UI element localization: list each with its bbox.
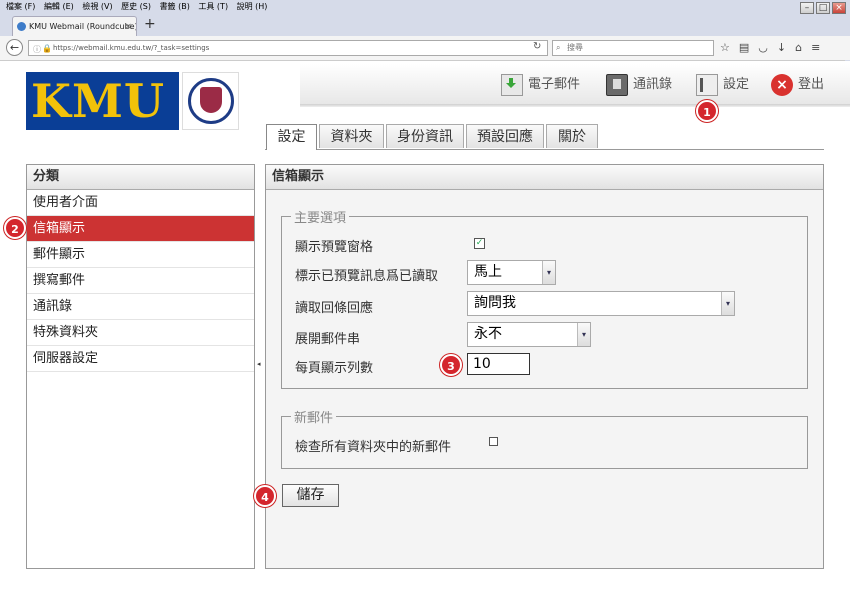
save-button[interactable]: 儲存 bbox=[282, 484, 339, 507]
minimize-icon[interactable]: – bbox=[800, 2, 814, 14]
search-placeholder: 搜尋 bbox=[567, 43, 583, 52]
mark-read-label: 標示已預覽訊息爲已讀取 bbox=[295, 269, 439, 284]
section-item-message-display[interactable]: 郵件顯示 bbox=[27, 242, 254, 268]
menu-edit[interactable]: 編輯 (E) bbox=[44, 0, 74, 14]
nav-mail-label: 電子郵件 bbox=[528, 77, 581, 92]
nav-contacts-button[interactable]: 通訊錄 bbox=[606, 74, 672, 96]
step-badge-1: 1 bbox=[696, 100, 718, 122]
preview-pane-checkbox[interactable]: ✓ bbox=[474, 238, 485, 249]
section-item-mailbox-view[interactable]: 信箱顯示 bbox=[27, 216, 254, 242]
favicon-icon bbox=[17, 22, 26, 31]
maximize-icon[interactable]: □ bbox=[816, 2, 830, 14]
nav-settings-button[interactable]: 設定 bbox=[696, 74, 749, 96]
step-badge-2: 2 bbox=[4, 217, 26, 239]
nav-logout-button[interactable]: × 登出 bbox=[771, 74, 824, 96]
mdn-value: 詢問我 bbox=[474, 295, 516, 311]
browser-navbar: ← ⓘ 🔒 https://webmail.kmu.edu.tw/?_task=… bbox=[0, 36, 850, 61]
rows-per-page-label: 每頁顯示列數 bbox=[295, 361, 374, 376]
threads-label: 展開郵件串 bbox=[295, 332, 361, 347]
threads-select[interactable]: 永不 ▾ bbox=[467, 322, 591, 347]
mark-read-value: 馬上 bbox=[474, 264, 502, 280]
logo-text: KMU bbox=[31, 74, 166, 128]
new-mail-legend: 新郵件 bbox=[294, 411, 334, 426]
rows-per-page-input[interactable]: 10 bbox=[467, 353, 530, 375]
menu-view[interactable]: 檢視 (V) bbox=[82, 0, 112, 14]
section-item-ui[interactable]: 使用者介面 bbox=[27, 190, 254, 216]
step-badge-3: 3 bbox=[440, 354, 462, 376]
search-input[interactable]: ⌕ 搜尋 bbox=[552, 40, 714, 56]
menu-tools[interactable]: 工具 (T) bbox=[198, 0, 228, 14]
sections-header: 分類 bbox=[27, 165, 254, 190]
browser-tabbar: KMU Webmail (Roundcube) ··· × + bbox=[0, 14, 850, 36]
splitter-handle[interactable]: ◂ bbox=[257, 360, 261, 368]
browser-toolbar-icons: ☆ ▤ ◡ ↓ ⌂ ≡ bbox=[720, 41, 820, 54]
kmu-logo: KMU bbox=[26, 72, 179, 130]
menu-help[interactable]: 說明 (H) bbox=[237, 0, 268, 14]
tab-about[interactable]: 關於 bbox=[546, 124, 598, 148]
mail-icon bbox=[501, 74, 523, 96]
tab-responses[interactable]: 預設回應 bbox=[466, 124, 544, 148]
chevron-down-icon: ▾ bbox=[721, 292, 734, 315]
tab-title: KMU Webmail (Roundcube) ··· bbox=[29, 22, 137, 31]
menu-bookmarks[interactable]: 書籤 (B) bbox=[160, 0, 190, 14]
section-item-server[interactable]: 伺服器設定 bbox=[27, 346, 254, 372]
reader-list-icon[interactable]: ▤ bbox=[739, 41, 749, 54]
settings-icon bbox=[696, 74, 718, 96]
browser-tab[interactable]: KMU Webmail (Roundcube) ··· × bbox=[12, 16, 137, 36]
hamburger-menu-icon[interactable]: ≡ bbox=[811, 41, 820, 54]
menu-file[interactable]: 檔案 (F) bbox=[6, 0, 35, 14]
section-item-compose[interactable]: 撰寫郵件 bbox=[27, 268, 254, 294]
bookmark-star-icon[interactable]: ☆ bbox=[720, 41, 730, 54]
nav-settings-label: 設定 bbox=[723, 77, 750, 92]
close-icon[interactable]: × bbox=[832, 2, 846, 14]
preview-pane-label: 顯示預覽窗格 bbox=[295, 240, 374, 255]
mark-read-select[interactable]: 馬上 ▾ bbox=[467, 260, 556, 285]
info-icon[interactable]: ⓘ bbox=[33, 43, 41, 57]
download-icon[interactable]: ↓ bbox=[777, 41, 786, 54]
tab-folders[interactable]: 資料夾 bbox=[319, 124, 384, 148]
check-all-folders-checkbox[interactable] bbox=[489, 437, 498, 446]
reload-icon[interactable]: ↻ bbox=[533, 41, 541, 52]
check-all-folders-label: 檢查所有資料夾中的新郵件 bbox=[295, 440, 452, 455]
threads-value: 永不 bbox=[474, 326, 502, 342]
back-button[interactable]: ← bbox=[6, 39, 23, 56]
tab-identities[interactable]: 身份資訊 bbox=[386, 124, 464, 148]
home-icon[interactable]: ⌂ bbox=[795, 41, 802, 54]
menu-history[interactable]: 歷史 (S) bbox=[121, 0, 151, 14]
seal-shield bbox=[200, 87, 222, 113]
section-item-special-folders[interactable]: 特殊資料夾 bbox=[27, 320, 254, 346]
url-bar[interactable]: ⓘ 🔒 https://webmail.kmu.edu.tw/?_task=se… bbox=[28, 40, 548, 56]
main-options-legend: 主要選項 bbox=[294, 211, 347, 226]
chevron-down-icon: ▾ bbox=[542, 261, 555, 284]
browser-menubar: 檔案 (F) 編輯 (E) 檢視 (V) 歷史 (S) 書籤 (B) 工具 (T… bbox=[0, 0, 850, 14]
url-text: https://webmail.kmu.edu.tw/?_task=settin… bbox=[53, 44, 210, 52]
nav-contacts-label: 通訊錄 bbox=[633, 77, 673, 92]
chevron-down-icon: ▾ bbox=[577, 323, 590, 346]
logout-icon: × bbox=[771, 74, 793, 96]
tab-close-icon[interactable]: × bbox=[124, 17, 132, 36]
step-badge-4: 4 bbox=[254, 485, 276, 507]
topnav-shadow bbox=[300, 104, 850, 107]
university-seal-icon bbox=[182, 72, 239, 130]
window-controls: – □ × bbox=[800, 2, 846, 14]
nav-mail-button[interactable]: 電子郵件 bbox=[501, 74, 580, 96]
preferences-title: 信箱顯示 bbox=[266, 165, 823, 190]
pocket-icon[interactable]: ◡ bbox=[758, 41, 768, 54]
section-item-addressbook[interactable]: 通訊錄 bbox=[27, 294, 254, 320]
sections-panel: 分類 使用者介面 信箱顯示 郵件顯示 撰寫郵件 通訊錄 特殊資料夾 伺服器設定 bbox=[26, 164, 255, 569]
tab-settings[interactable]: 設定 bbox=[266, 124, 317, 150]
mdn-select[interactable]: 詢問我 ▾ bbox=[467, 291, 735, 316]
lock-icon: 🔒 bbox=[42, 44, 52, 53]
new-tab-button[interactable]: + bbox=[144, 16, 156, 32]
addressbook-icon bbox=[606, 74, 628, 96]
search-icon: ⌕ bbox=[556, 43, 561, 52]
mdn-label: 讀取回條回應 bbox=[295, 301, 374, 316]
nav-logout-label: 登出 bbox=[798, 77, 825, 92]
